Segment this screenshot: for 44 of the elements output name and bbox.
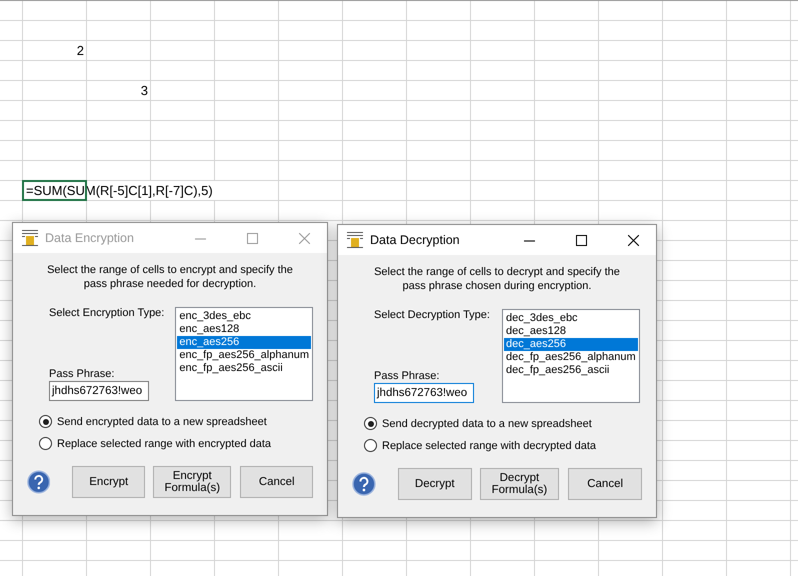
app-icon	[346, 231, 364, 249]
dialog-button[interactable]: Encrypt	[72, 466, 146, 498]
instruction-text: Select the range of cells to encrypt and specify the pass phrase needed for decryption.	[46, 263, 294, 291]
type-listbox[interactable]: dec_3des_ebc dec_aes128 dec_aes256 dec_fp_aes256_alphanum dec_fp_aes256_ascii	[502, 309, 640, 403]
dialog-button[interactable]: Cancel	[240, 466, 313, 498]
list-item[interactable]: dec_fp_aes256_alphanum	[504, 351, 638, 364]
window-title: Data Encryption	[45, 231, 135, 245]
type-label: Select Decryption Type:	[374, 309, 491, 321]
list-item[interactable]: dec_fp_aes256_ascii	[504, 364, 638, 377]
pass-phrase-label: Pass Phrase:	[49, 368, 116, 380]
list-item[interactable]: enc_aes256	[177, 336, 311, 349]
list-item[interactable]: enc_aes128	[177, 323, 311, 336]
radio-label[interactable]: Send encrypted data to a new spreadsheet	[57, 416, 267, 428]
dialog-button[interactable]: Cancel	[568, 468, 642, 500]
dialog-button[interactable]: Encrypt Formula(s)	[153, 466, 232, 498]
type-listbox[interactable]: enc_3des_ebc enc_aes128 enc_aes256 enc_fp_aes256_alphanum enc_fp_aes256_ascii	[175, 307, 313, 401]
radio-label[interactable]: Replace selected range with decrypted data	[382, 440, 596, 452]
instruction-text: Select the range of cells to decrypt and specify the pass phrase chosen during encryption.	[373, 265, 621, 293]
close-icon[interactable]	[628, 234, 638, 246]
list-item[interactable]: dec_3des_ebc	[504, 312, 638, 325]
radio-button[interactable]	[364, 439, 377, 452]
pass-phrase-field[interactable]: jhdhs672763!weo	[49, 381, 149, 401]
maximize-icon[interactable]	[576, 234, 586, 246]
dialog-button[interactable]: Decrypt	[398, 468, 472, 500]
cell-text: 2	[76, 42, 85, 60]
help-icon[interactable]	[27, 470, 50, 494]
pass-phrase-field[interactable]: jhdhs672763!weo	[374, 383, 474, 403]
radio-button[interactable]	[364, 417, 377, 430]
cell-text: 3	[140, 82, 149, 100]
list-item[interactable]: enc_fp_aes256_ascii	[177, 362, 311, 375]
list-item[interactable]: dec_aes128	[504, 325, 638, 338]
list-item[interactable]: enc_fp_aes256_alphanum	[177, 349, 311, 362]
window-title: Data Decryption	[370, 233, 461, 247]
dialog-button[interactable]: Decrypt Formula(s)	[480, 468, 560, 500]
help-icon[interactable]	[352, 472, 376, 496]
pass-phrase-label: Pass Phrase:	[374, 370, 440, 382]
list-item[interactable]: dec_aes256	[504, 338, 638, 351]
radio-button[interactable]	[39, 437, 52, 450]
app-icon	[21, 229, 39, 247]
list-item[interactable]: enc_3des_ebc	[177, 310, 311, 323]
radio-label[interactable]: Replace selected range with encrypted data	[57, 438, 272, 450]
type-label: Select Encryption Type:	[49, 307, 166, 319]
radio-label[interactable]: Send decrypted data to a new spreadsheet	[382, 418, 592, 430]
radio-button[interactable]	[39, 415, 52, 428]
